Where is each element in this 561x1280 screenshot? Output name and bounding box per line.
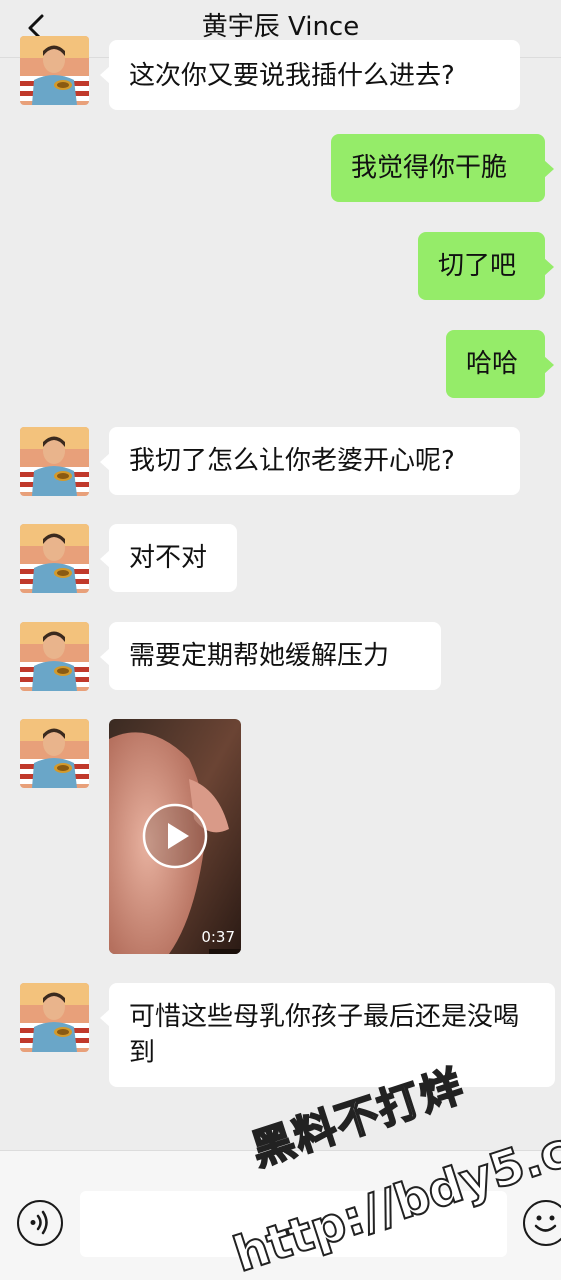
video-message[interactable]: 0:37 — [109, 719, 241, 954]
message-bubble-received: 可惜这些母乳你孩子最后还是没喝到 — [100, 983, 555, 1087]
play-button[interactable] — [142, 803, 208, 869]
message-bubble-sent: 哈哈 — [446, 330, 554, 398]
play-icon — [142, 803, 208, 869]
message-text: 需要定期帮她缓解压力 — [129, 641, 390, 671]
message-bubble-received: 需要定期帮她缓解压力 — [100, 622, 441, 690]
avatar[interactable] — [20, 524, 89, 593]
message-text: 我觉得你干脆 — [351, 153, 508, 183]
chat-title: 黄宇辰 Vince — [201, 12, 360, 42]
message-bubble-received: 我切了怎么让你老婆开心呢? — [100, 427, 520, 495]
message-text: 对不对 — [129, 543, 208, 573]
message-bubble-sent: 我觉得你干脆 — [331, 134, 554, 202]
message-bubble-received: 这次你又要说我插什么进去? — [100, 40, 520, 110]
message-text: 哈哈 — [466, 349, 519, 379]
voice-icon — [30, 1210, 48, 1235]
message-text: 可惜这些母乳你孩子最后还是没喝到 — [129, 1002, 520, 1068]
video-duration: 0:37 — [201, 928, 235, 946]
input-bar — [0, 1150, 561, 1280]
avatar[interactable] — [20, 983, 89, 1052]
emoji-icon — [534, 1215, 557, 1232]
message-text: 切了吧 — [438, 251, 517, 281]
voice-button[interactable] — [17, 1200, 63, 1246]
avatar[interactable] — [20, 427, 89, 496]
avatar[interactable] — [20, 622, 89, 691]
emoji-button[interactable] — [523, 1200, 561, 1246]
message-bubble-sent: 切了吧 — [418, 232, 554, 300]
message-text: 这次你又要说我插什么进去? — [129, 61, 455, 91]
message-input[interactable] — [80, 1191, 507, 1257]
message-text: 我切了怎么让你老婆开心呢? — [129, 446, 455, 476]
message-bubble-received: 对不对 — [100, 524, 237, 592]
avatar[interactable] — [20, 719, 89, 788]
avatar[interactable] — [20, 36, 89, 105]
